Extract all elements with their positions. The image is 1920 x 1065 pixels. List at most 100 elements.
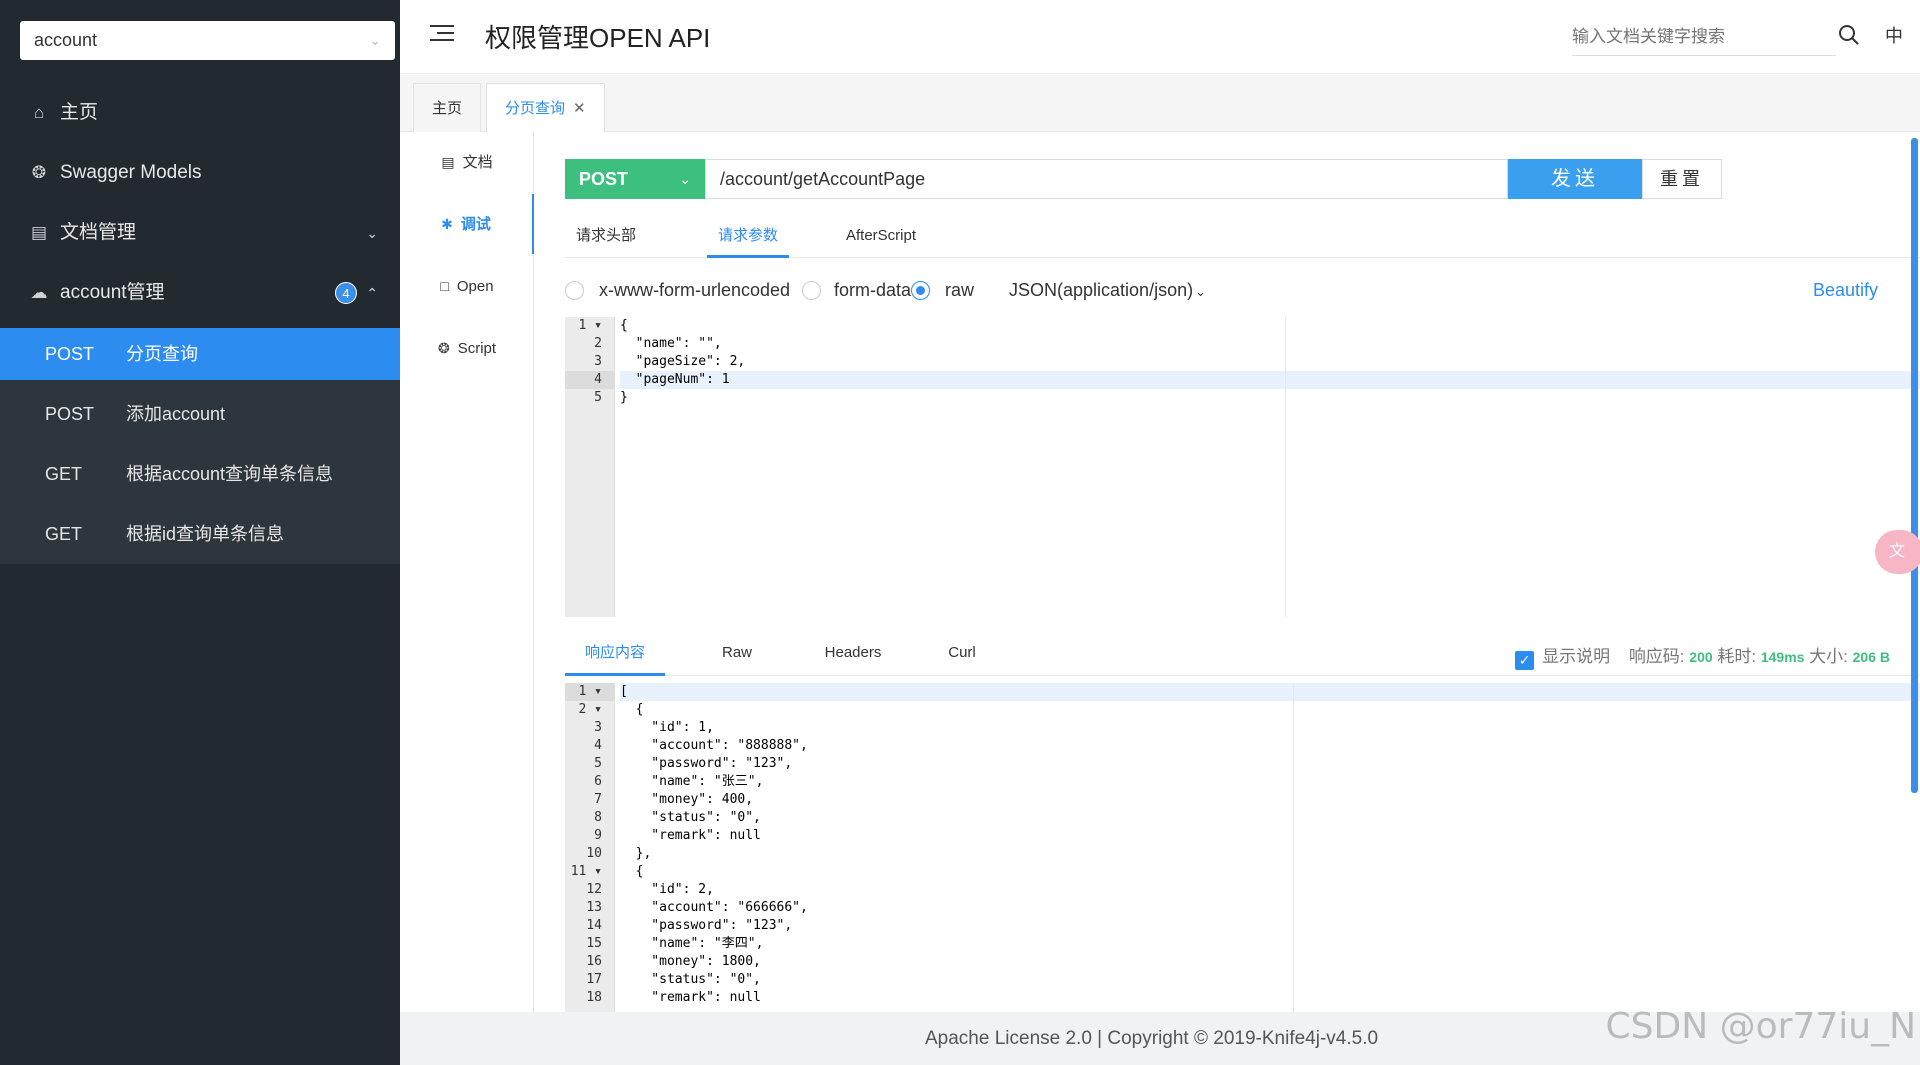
- file-icon: □: [440, 278, 449, 294]
- chevron-down-icon: ⌄: [369, 32, 381, 48]
- code-line: }: [620, 390, 628, 405]
- code-line: "id": 1,: [620, 720, 714, 735]
- inner-nav-debug[interactable]: ✱ 调试: [400, 194, 534, 254]
- tab-label: 主页: [432, 100, 463, 117]
- translate-icon[interactable]: 文: [1875, 530, 1920, 574]
- vertical-scrollbar[interactable]: [1911, 138, 1918, 793]
- beautify-button[interactable]: Beautify: [1813, 275, 1878, 305]
- code-line: {: [620, 702, 644, 717]
- doc-manage-icon: ▤: [30, 223, 48, 242]
- debug-panel: POST ⌄ /account/getAccountPage 发送 重置 请求头…: [535, 132, 1920, 1012]
- code-line: "status": "0",: [620, 972, 761, 987]
- api-item-page-query[interactable]: POST 分页查询: [0, 328, 400, 380]
- api-name: 添加account: [126, 404, 226, 424]
- response-code: [ { "id": 1, "account": "888888", "passw…: [620, 683, 1920, 1007]
- print-margin: [1293, 683, 1294, 1012]
- code-line: "pageSize": 2,: [620, 354, 746, 369]
- tab-raw[interactable]: Raw: [707, 630, 767, 676]
- language-toggle[interactable]: 中: [1885, 22, 1903, 48]
- code-line: "account": "888888",: [620, 738, 808, 753]
- code-line: "account": "666666",: [620, 900, 808, 915]
- method-select[interactable]: POST ⌄: [565, 159, 705, 199]
- search-input[interactable]: [1572, 18, 1836, 56]
- sidebar-item-account-manage[interactable]: ☁ account管理 4 ⌃: [0, 263, 400, 323]
- sidebar-item-label: Swagger Models: [60, 162, 202, 183]
- tab-request-params[interactable]: 请求参数: [707, 214, 789, 258]
- license-text: Apache License 2.0 | Copyright © 2019-Kn…: [925, 1028, 1379, 1049]
- header: 权限管理OPEN API 中: [400, 0, 1920, 74]
- sidebar: account ⌄ ⌂ 主页 ❂ Swagger Models ▤ 文档管理 ⌄…: [0, 0, 400, 1065]
- code-line: "status": "0",: [620, 810, 761, 825]
- code-line: "remark": null: [620, 990, 761, 1005]
- sidebar-item-doc-manage[interactable]: ▤ 文档管理 ⌄: [0, 203, 400, 263]
- code-line: "id": 2,: [620, 882, 714, 897]
- group-select[interactable]: account ⌄: [20, 21, 395, 60]
- response-body-viewer: 1 ▾ 2 ▾ 3 4 5 6 7 8 9 10 11 ▾ 12 13 14 15 16 17 18 [ { "i…: [565, 683, 1920, 1012]
- api-item-query-by-id[interactable]: GET 根据id查询单条信息: [0, 508, 400, 560]
- sidebar-item-label: 主页: [60, 102, 99, 123]
- code-line: "name": "李四",: [620, 936, 764, 951]
- editor-gutter: 1 ▾ 2 ▾ 3 4 5 6 7 8 9 10 11 ▾ 12 13 14 15 16 17 18: [565, 683, 615, 1012]
- tab-page-query[interactable]: 分页查询 ✕: [486, 83, 605, 133]
- tab-request-headers[interactable]: 请求头部: [565, 214, 647, 258]
- sidebar-item-swagger-models[interactable]: ❂ Swagger Models: [0, 143, 400, 203]
- close-icon[interactable]: ✕: [573, 100, 586, 117]
- models-icon: ❂: [31, 163, 47, 182]
- response-meta: ✓ 显示说明 响应码: 200 耗时: 149ms 大小: 206 B: [1515, 642, 1890, 670]
- content-type-select[interactable]: JSON(application/json) ⌄: [1009, 275, 1206, 307]
- api-list: POST 分页查询 POST 添加account GET 根据account查询…: [0, 328, 400, 564]
- inner-nav-label: Script: [457, 340, 497, 357]
- show-desc-checkbox[interactable]: ✓: [1515, 651, 1535, 670]
- api-method: POST: [45, 404, 95, 424]
- api-name: 分页查询: [126, 344, 198, 364]
- body-type-row: x-www-form-urlencoded form-data raw JSON…: [565, 275, 1920, 305]
- request-code: { "name": "", "pageSize": 2, "pageNum": …: [620, 317, 1920, 407]
- radio-raw[interactable]: [911, 281, 930, 300]
- radio-urlencoded[interactable]: [565, 281, 584, 300]
- tab-after-script[interactable]: AfterScript: [833, 214, 929, 258]
- tab-response-content[interactable]: 响应内容: [565, 630, 665, 676]
- api-item-add-account[interactable]: POST 添加account: [0, 388, 400, 440]
- sidebar-item-home[interactable]: ⌂ 主页: [0, 83, 400, 143]
- home-icon: ⌂: [33, 103, 45, 122]
- menu-fold-icon[interactable]: [430, 25, 454, 47]
- show-desc-label: 显示说明: [1542, 647, 1611, 666]
- reset-button[interactable]: 重置: [1642, 159, 1722, 199]
- tab-headers[interactable]: Headers: [813, 630, 893, 676]
- code-line: "remark": null: [620, 828, 761, 843]
- api-name: 根据account查询单条信息: [126, 464, 334, 484]
- request-body-editor[interactable]: 1 ▾ 2 3 4 5 { "name": "", "pageSize": 2, "pa…: [565, 317, 1920, 617]
- inner-nav-open[interactable]: □ Open: [400, 256, 534, 316]
- inner-nav-doc[interactable]: ▤ 文档: [400, 132, 534, 192]
- time-label: 耗时:: [1717, 647, 1757, 666]
- send-button[interactable]: 发送: [1508, 159, 1642, 199]
- search-icon[interactable]: [1836, 22, 1862, 48]
- method-value: POST: [579, 169, 629, 189]
- url-input[interactable]: /account/getAccountPage: [705, 159, 1508, 199]
- api-method: GET: [45, 464, 83, 484]
- api-method: POST: [45, 344, 95, 364]
- tab-curl[interactable]: Curl: [937, 630, 987, 676]
- print-margin: [1285, 317, 1286, 617]
- tab-home[interactable]: 主页: [413, 83, 482, 133]
- radio-label: x-www-form-urlencoded: [599, 280, 791, 300]
- watermark: CSDN @or77iu_N: [1605, 1006, 1916, 1047]
- api-item-query-by-account[interactable]: GET 根据account查询单条信息: [0, 448, 400, 500]
- chevron-down-icon: ⌄: [679, 171, 691, 187]
- content-type-value: JSON(application/json): [1009, 280, 1194, 300]
- code-line: },: [620, 846, 652, 861]
- code-line: {: [620, 864, 644, 879]
- tab-label: 分页查询: [505, 100, 566, 117]
- radio-label: form-data: [834, 280, 912, 300]
- response-code: 200: [1689, 649, 1713, 665]
- editor-gutter: 1 ▾ 2 3 4 5: [565, 317, 615, 617]
- group-select-value: account: [34, 30, 98, 50]
- radio-form-data[interactable]: [802, 281, 821, 300]
- bug-icon: ✱: [441, 216, 453, 232]
- cloud-icon: ☁: [30, 283, 48, 302]
- code-line: "name": "张三",: [620, 774, 764, 789]
- inner-nav-script[interactable]: ❂ Script: [400, 318, 534, 378]
- response-time: 149ms: [1760, 649, 1805, 665]
- document-icon: ▤: [441, 154, 455, 170]
- code-line: {: [620, 318, 628, 333]
